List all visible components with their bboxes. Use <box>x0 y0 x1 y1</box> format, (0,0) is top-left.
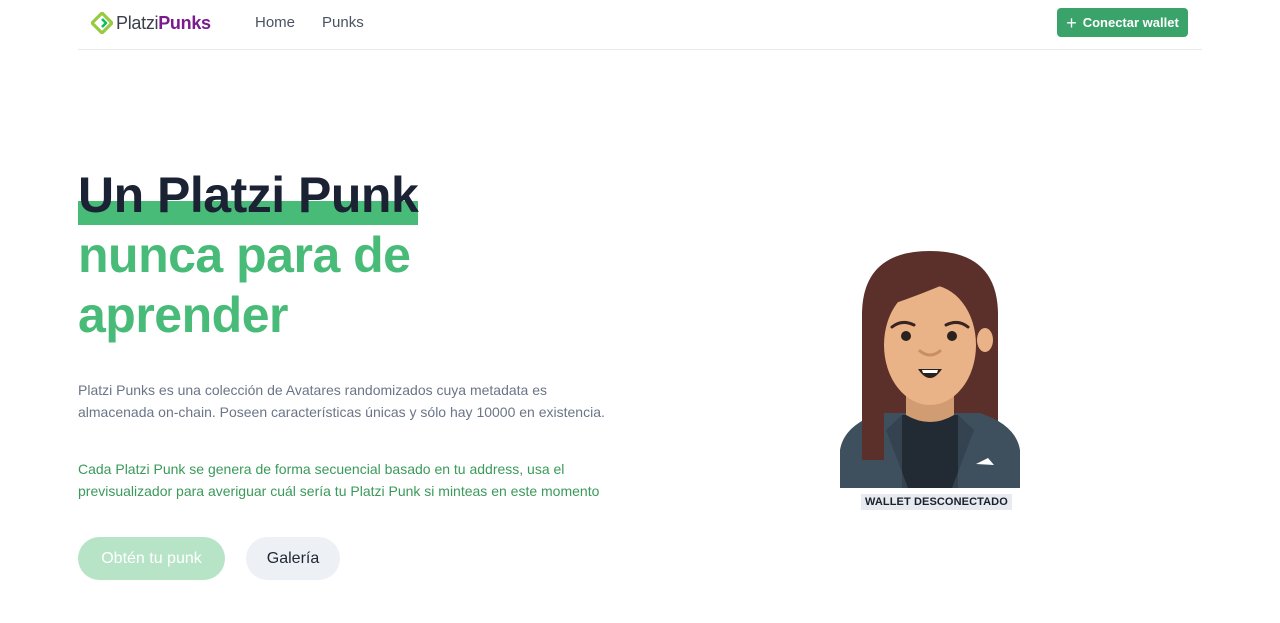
hero-description: Platzi Punks es una colección de Avatare… <box>78 382 605 420</box>
platzi-punks-logo[interactable]: PlatziPunks <box>91 10 211 36</box>
hero-title-line3: aprender <box>78 287 288 343</box>
hero-title-line1: Un Platzi Punk <box>78 165 419 225</box>
punk-avatar-image <box>840 251 1020 488</box>
nav-link-home[interactable]: Home <box>255 14 295 31</box>
nav-link-punks[interactable]: Punks <box>322 14 364 31</box>
logo-text: PlatziPunks <box>116 13 211 34</box>
connect-wallet-button[interactable]: + Conectar wallet <box>1057 8 1188 37</box>
top-navbar: PlatziPunks Home Punks + Conectar wallet <box>78 0 1202 50</box>
hero-title-line2: nunca para de <box>78 227 411 283</box>
wallet-status-badge: WALLET DESCONECTADO <box>861 494 1012 510</box>
hero-info-text: Cada Platzi Punk se genera de forma secu… <box>78 461 600 499</box>
get-punk-button[interactable]: Obtén tu punk <box>78 537 225 580</box>
gallery-button[interactable]: Galería <box>246 537 340 580</box>
platzi-logo-icon <box>91 12 113 34</box>
plus-icon: + <box>1066 12 1077 33</box>
logo-text-platzi: Platzi <box>116 12 159 33</box>
connect-wallet-label: Conectar wallet <box>1082 15 1179 30</box>
logo-text-punks: Punks <box>158 12 211 33</box>
hero-title: Un Platzi Punk nunca para de aprender <box>78 165 638 345</box>
hero-title-line1-text: Un Platzi Punk <box>78 167 419 223</box>
